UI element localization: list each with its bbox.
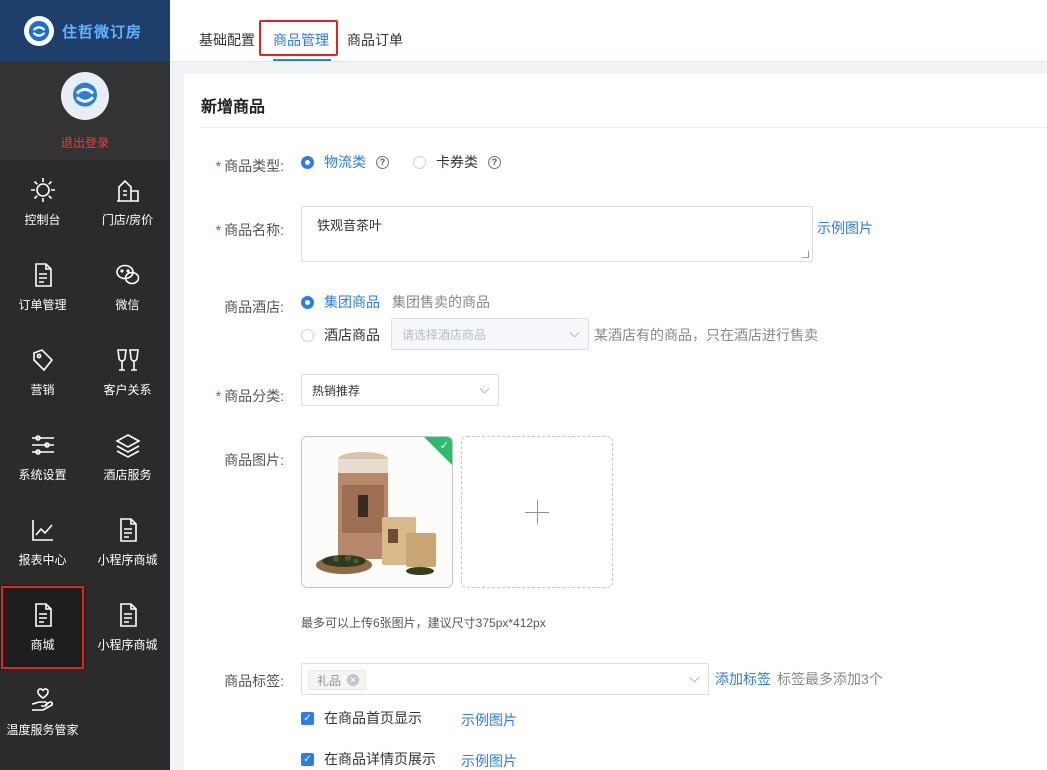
hotel-radio-group[interactable]: 集团商品: [301, 292, 380, 312]
hotel-hint: 某酒店有的商品，只在酒店进行售卖: [594, 327, 818, 343]
name-example-link[interactable]: 示例图片: [817, 218, 873, 238]
sidebar-item-label: 客户关系: [103, 383, 152, 397]
sidebar-item-label: 门店/房价: [101, 213, 154, 227]
sidebar-item-label: 温度服务管家: [6, 723, 79, 737]
sidebar-item-label: 微信: [115, 298, 140, 312]
check-icon: ✓: [439, 440, 449, 452]
chevron-down-icon: [569, 327, 580, 338]
group-hint: 集团售卖的商品: [392, 294, 490, 310]
sidebar-item-stores[interactable]: 门店/房价: [85, 160, 170, 245]
sidebar-item-marketing[interactable]: 营销: [0, 330, 85, 415]
sidebar-item-hotel-service[interactable]: 酒店服务: [85, 415, 170, 500]
category-select[interactable]: 热销推荐: [301, 374, 499, 406]
hotel-radio-hotel[interactable]: 酒店商品: [301, 325, 380, 345]
sidebar-item-mini-mall[interactable]: 小程序商城: [85, 500, 170, 585]
layers-icon: [114, 434, 141, 458]
sidebar-item-label: 小程序商城: [97, 553, 158, 567]
sliders-icon: [31, 435, 54, 455]
active-tab-underline: [273, 59, 331, 61]
cheers-icon: [116, 349, 139, 371]
page-title: 新增商品: [201, 99, 266, 116]
sidebar-item-label: 订单管理: [18, 298, 67, 312]
hotel-label: 商品酒店:: [224, 299, 284, 315]
tags-label: 商品标签:: [224, 673, 284, 689]
product-form-card: 新增商品 * 商品类型: 物流类 ? 卡券类 ? * 商品名称: 铁观音茶叶 示例图…: [184, 74, 1047, 770]
sidebar-item-label: 控制台: [24, 213, 61, 227]
document-icon: [119, 603, 137, 627]
category-label: * 商品分类:: [215, 388, 284, 404]
sidebar-item-label: 营销: [30, 383, 55, 397]
check-icon: ✓: [301, 752, 314, 766]
type-label: * 商品类型:: [215, 158, 284, 174]
sidebar-nav: 控制台 门店/房价 订单管理 微信 营销 客户关系 系统设置 酒店服务 报表中心…: [0, 160, 170, 755]
tag-chip: 礼品 ✕: [308, 670, 367, 690]
document-icon: [34, 603, 52, 627]
sidebar-item-label: 商城: [30, 638, 55, 652]
chevron-down-icon: [689, 672, 700, 683]
tag-icon: [32, 349, 53, 372]
sidebar-item-label: 小程序商城: [97, 638, 158, 652]
building-icon: [116, 179, 139, 202]
sidebar-item-label: 酒店服务: [103, 468, 152, 482]
name-label: * 商品名称:: [215, 222, 284, 238]
type-radio-coupon[interactable]: 卡券类 ?: [413, 152, 501, 172]
active-tab-highlight: [259, 20, 338, 56]
upload-tip: 最多可以上传6张图片，建议尺寸375px*412px: [301, 616, 546, 630]
show-detail-checkbox[interactable]: ✓ 在商品详情页展示: [301, 749, 436, 769]
show-home-example-link[interactable]: 示例图片: [461, 710, 517, 730]
sidebar-item-label: 报表中心: [18, 553, 67, 567]
chart-line-icon: [31, 520, 53, 541]
user-panel: 退出登录: [0, 62, 170, 160]
product-image-thumbnail[interactable]: ✓: [301, 436, 453, 588]
type-radio-logistics[interactable]: 物流类 ?: [301, 152, 389, 172]
hotel-product-select[interactable]: 请选择酒店商品: [391, 318, 589, 350]
sidebar: 住哲微订房 退出登录 控制台 门店/房价 订单管理 微信 营销 客户关系 系统设…: [0, 0, 170, 770]
document-icon: [119, 518, 137, 542]
sidebar-item-customers[interactable]: 客户关系: [85, 330, 170, 415]
show-detail-example-link[interactable]: 示例图片: [461, 751, 517, 770]
tab-basic-config[interactable]: 基础配置: [199, 30, 255, 50]
brand-header[interactable]: 住哲微订房: [0, 0, 170, 62]
tab-product-orders[interactable]: 商品订单: [347, 30, 403, 50]
sun-icon: [30, 178, 55, 202]
sidebar-item-mini-mall-2[interactable]: 小程序商城: [85, 585, 170, 670]
sidebar-item-butler[interactable]: 温度服务管家: [0, 670, 85, 755]
sidebar-item-label: 系统设置: [18, 468, 67, 482]
help-icon[interactable]: ?: [376, 155, 389, 169]
resize-handle-icon[interactable]: [802, 251, 809, 258]
logout-link[interactable]: 退出登录: [61, 134, 109, 151]
add-image-button[interactable]: [461, 436, 613, 588]
sidebar-item-mall[interactable]: 商城: [0, 585, 85, 670]
sidebar-item-orders[interactable]: 订单管理: [0, 245, 85, 330]
tags-select[interactable]: 礼品 ✕: [301, 663, 709, 695]
divider: [201, 127, 1047, 128]
brand-name: 住哲微订房: [62, 23, 143, 41]
close-icon[interactable]: ✕: [347, 674, 360, 686]
sidebar-item-reports[interactable]: 报表中心: [0, 500, 85, 585]
brand-logo-icon: [24, 16, 54, 46]
wechat-icon: [115, 264, 139, 285]
product-name-textarea[interactable]: 铁观音茶叶: [301, 206, 813, 262]
images-label: 商品图片:: [224, 452, 284, 468]
sidebar-item-wechat[interactable]: 微信: [85, 245, 170, 330]
avatar[interactable]: [61, 72, 109, 120]
show-home-checkbox[interactable]: ✓ 在商品首页显示: [301, 708, 422, 728]
hand-heart-icon: [31, 688, 53, 711]
tags-hint: 标签最多添加3个: [777, 671, 883, 687]
sidebar-item-settings[interactable]: 系统设置: [0, 415, 85, 500]
help-icon[interactable]: ?: [488, 155, 501, 169]
chevron-down-icon: [479, 383, 490, 394]
document-icon: [34, 263, 52, 287]
add-tag-link[interactable]: 添加标签: [715, 669, 771, 689]
check-icon: ✓: [301, 711, 314, 725]
sidebar-item-dashboard[interactable]: 控制台: [0, 160, 85, 245]
